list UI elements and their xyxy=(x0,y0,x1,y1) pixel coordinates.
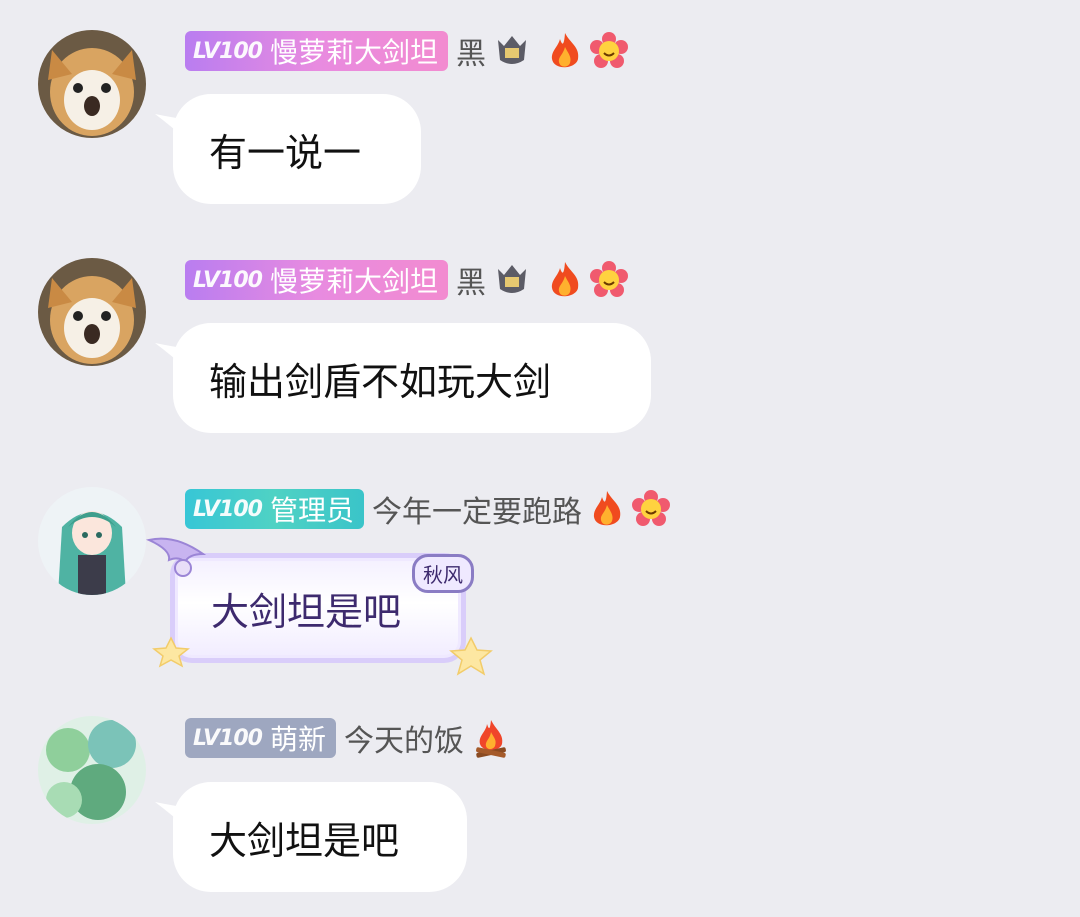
wing-icon xyxy=(145,537,207,577)
smiley-flower-icon xyxy=(589,32,628,70)
rank-shield-icon xyxy=(494,263,530,297)
campfire-icon xyxy=(472,718,510,758)
user-title: 黑 xyxy=(455,37,486,72)
message-bubble[interactable]: 输出剑盾不如玩大剑 xyxy=(173,323,651,433)
user-title: 今年一定要跑路 xyxy=(371,495,582,530)
smiley-flower-icon xyxy=(631,490,670,528)
user-title: 今天的饭 xyxy=(343,724,464,759)
rank-shield-icon xyxy=(494,34,530,68)
level-label: LV100 xyxy=(193,38,263,64)
bubble-tag-text: 秋风 xyxy=(423,563,463,587)
user-badge[interactable]: LV100 管理员 xyxy=(185,489,364,529)
sender-meta: LV100 萌新 今天的饭 xyxy=(185,718,510,759)
fire-icon xyxy=(548,31,582,71)
badge-name: 慢萝莉大剑坦 xyxy=(269,36,438,69)
message-text: 有一说一 xyxy=(209,130,362,175)
user-badge[interactable]: LV100 慢萝莉大剑坦 xyxy=(185,31,448,71)
avatar[interactable] xyxy=(38,258,146,366)
user-title: 黑 xyxy=(455,266,486,301)
badge-name: 慢萝莉大剑坦 xyxy=(269,265,438,298)
sender-meta: LV100 管理员 今年一定要跑路 xyxy=(185,489,670,530)
level-label: LV100 xyxy=(193,725,263,751)
message-text: 输出剑盾不如玩大剑 xyxy=(209,359,552,404)
fire-icon xyxy=(590,489,624,529)
avatar[interactable] xyxy=(38,487,146,595)
avatar[interactable] xyxy=(38,30,146,138)
sender-meta: LV100 慢萝莉大剑坦 黑 xyxy=(185,260,628,301)
message-text: 大剑坦是吧 xyxy=(209,818,400,863)
star-icon xyxy=(152,636,190,668)
star-icon xyxy=(449,636,493,676)
level-label: LV100 xyxy=(193,267,263,293)
message-bubble[interactable]: 大剑坦是吧 xyxy=(173,782,467,892)
badge-name: 管理员 xyxy=(269,494,354,527)
message-text: 大剑坦是吧 xyxy=(211,589,402,634)
level-label: LV100 xyxy=(193,496,263,522)
badge-name: 萌新 xyxy=(269,723,326,756)
avatar[interactable] xyxy=(38,716,146,824)
fire-icon xyxy=(548,260,582,300)
user-badge[interactable]: LV100 萌新 xyxy=(185,718,336,758)
user-badge[interactable]: LV100 慢萝莉大剑坦 xyxy=(185,260,448,300)
message-bubble[interactable]: 有一说一 xyxy=(173,94,421,204)
bubble-name-tag: 秋风 xyxy=(412,554,474,593)
smiley-flower-icon xyxy=(589,261,628,299)
sender-meta: LV100 慢萝莉大剑坦 黑 xyxy=(185,31,628,72)
